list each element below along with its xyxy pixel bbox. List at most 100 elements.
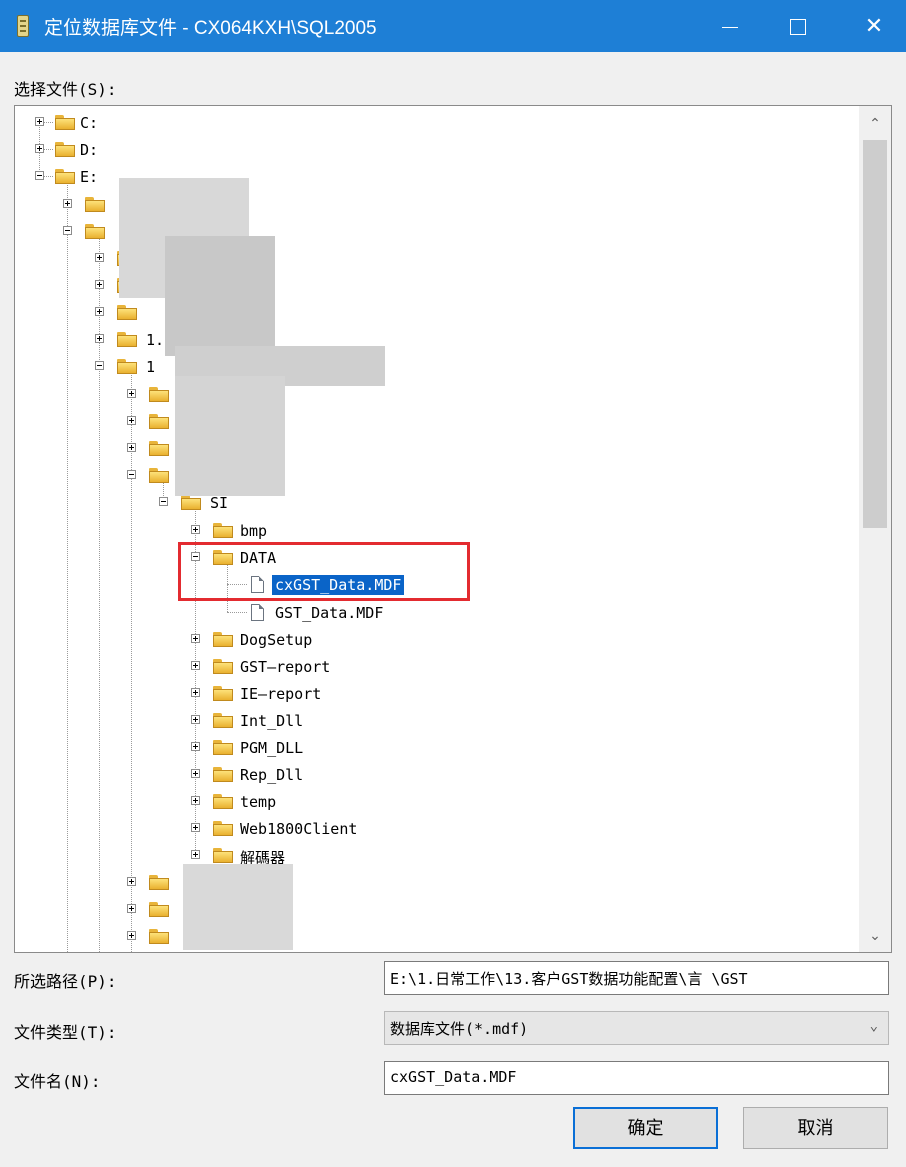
folder-icon bbox=[149, 902, 169, 917]
maximize-icon bbox=[790, 19, 806, 36]
vertical-scrollbar[interactable]: ⌃ ⌄ bbox=[859, 106, 891, 952]
tree-node-dogsetup[interactable]: DogSetup bbox=[15, 629, 315, 651]
tree-node-web1800client[interactable]: Web1800Client bbox=[15, 818, 357, 840]
tree-node-pgm-dll[interactable]: PGM_DLL bbox=[15, 737, 315, 759]
expand-icon[interactable] bbox=[95, 334, 104, 343]
tree-node-rep-dll[interactable]: Rep_Dll bbox=[15, 764, 315, 786]
cancel-button[interactable]: 取消 bbox=[743, 1107, 888, 1149]
tree-node-label: IE—report bbox=[240, 685, 322, 703]
expand-icon[interactable] bbox=[191, 634, 200, 643]
tree-node-label: 1 bbox=[146, 358, 156, 376]
redaction-blur bbox=[183, 864, 293, 950]
scroll-up-icon[interactable]: ⌃ bbox=[859, 108, 891, 138]
redaction-blur bbox=[175, 376, 285, 496]
file-icon bbox=[251, 604, 264, 621]
expand-icon[interactable] bbox=[191, 823, 200, 832]
tree-node-c[interactable]: C: bbox=[15, 112, 215, 134]
minimize-icon bbox=[722, 26, 738, 28]
scroll-thumb[interactable] bbox=[863, 140, 887, 528]
folder-icon bbox=[213, 659, 233, 674]
folder-icon bbox=[213, 821, 233, 836]
tree-node-int-dll[interactable]: Int_Dll bbox=[15, 710, 315, 732]
expand-icon[interactable] bbox=[127, 443, 136, 452]
expand-icon[interactable] bbox=[191, 850, 200, 859]
collapse-icon[interactable] bbox=[63, 226, 72, 235]
folder-icon bbox=[55, 115, 75, 130]
folder-icon bbox=[213, 848, 233, 863]
tree-node-label: bmp bbox=[240, 522, 268, 540]
collapse-icon[interactable] bbox=[127, 470, 136, 479]
ok-button[interactable]: 确定 bbox=[573, 1107, 718, 1149]
file-type-value: 数据库文件(*.mdf) bbox=[390, 1020, 529, 1038]
tree-node-label: 1. bbox=[146, 331, 165, 349]
folder-icon bbox=[213, 767, 233, 782]
expand-icon[interactable] bbox=[191, 525, 200, 534]
folder-icon bbox=[213, 794, 233, 809]
expand-icon[interactable] bbox=[191, 715, 200, 724]
folder-icon bbox=[149, 929, 169, 944]
expand-icon[interactable] bbox=[191, 796, 200, 805]
tree-node-label: GST—report bbox=[240, 658, 331, 676]
tree-node-label: E: bbox=[80, 168, 99, 186]
tree-node-bmp[interactable]: bmp bbox=[15, 520, 315, 542]
file-name-input[interactable]: cxGST_Data.MDF bbox=[384, 1061, 889, 1095]
tree-node-label: Int_Dll bbox=[240, 712, 304, 730]
folder-icon bbox=[149, 875, 169, 890]
folder-icon bbox=[213, 632, 233, 647]
scroll-down-icon[interactable]: ⌄ bbox=[859, 920, 891, 950]
tree-content: C: D: E: 1. 1 SI bmp DATA cxGST_Data.MDF… bbox=[15, 106, 857, 952]
file-type-select[interactable]: 数据库文件(*.mdf) ⌄ bbox=[384, 1011, 889, 1045]
folder-icon bbox=[117, 305, 137, 320]
tree-node-ie-report[interactable]: IE—report bbox=[15, 683, 321, 705]
expand-icon[interactable] bbox=[191, 661, 200, 670]
folder-icon bbox=[213, 740, 233, 755]
folder-icon bbox=[85, 197, 105, 212]
expand-icon[interactable] bbox=[127, 904, 136, 913]
expand-icon[interactable] bbox=[127, 416, 136, 425]
expand-icon[interactable] bbox=[35, 117, 44, 126]
expand-icon[interactable] bbox=[63, 199, 72, 208]
close-button[interactable]: ✕ bbox=[844, 0, 904, 52]
tree-node-gst-report[interactable]: GST—report bbox=[15, 656, 330, 678]
folder-icon bbox=[213, 523, 233, 538]
tree-node-label: Web1800Client bbox=[240, 820, 358, 838]
folder-icon bbox=[117, 332, 137, 347]
folder-icon bbox=[55, 142, 75, 157]
expand-icon[interactable] bbox=[127, 877, 136, 886]
folder-open-icon bbox=[149, 468, 169, 483]
folder-icon bbox=[213, 713, 233, 728]
expand-icon[interactable] bbox=[35, 144, 44, 153]
collapse-icon[interactable] bbox=[95, 361, 104, 370]
expand-icon[interactable] bbox=[191, 688, 200, 697]
window-title: 定位数据库文件 - CX064KXH\SQL2005 bbox=[44, 18, 377, 39]
minimize-button[interactable] bbox=[700, 0, 760, 52]
select-file-label: 选择文件(S): bbox=[14, 80, 117, 99]
maximize-button[interactable] bbox=[768, 0, 828, 52]
expand-icon[interactable] bbox=[127, 931, 136, 940]
title-bar: 定位数据库文件 - CX064KXH\SQL2005 ✕ bbox=[0, 0, 906, 52]
selected-path-label: 所选路径(P): bbox=[14, 972, 117, 991]
database-icon bbox=[17, 15, 29, 37]
tree-node-temp[interactable]: temp bbox=[15, 791, 315, 813]
folder-open-icon bbox=[85, 224, 105, 239]
expand-icon[interactable] bbox=[191, 769, 200, 778]
folder-icon bbox=[213, 686, 233, 701]
expand-icon[interactable] bbox=[95, 280, 104, 289]
tree-node-d[interactable]: D: bbox=[15, 139, 215, 161]
file-tree[interactable]: C: D: E: 1. 1 SI bmp DATA cxGST_Data.MDF… bbox=[14, 105, 892, 953]
tree-node-label: temp bbox=[240, 793, 277, 811]
collapse-icon[interactable] bbox=[159, 497, 168, 506]
expand-icon[interactable] bbox=[95, 253, 104, 262]
expand-icon[interactable] bbox=[127, 389, 136, 398]
tree-node-label: Rep_Dll bbox=[240, 766, 304, 784]
redaction-blur bbox=[165, 236, 275, 356]
file-type-label: 文件类型(T): bbox=[14, 1023, 117, 1042]
expand-icon[interactable] bbox=[191, 742, 200, 751]
tree-node-label: GST_Data.MDF bbox=[275, 604, 384, 622]
tree-node-label: PGM_DLL bbox=[240, 739, 304, 757]
tree-node-file[interactable]: GST_Data.MDF bbox=[15, 602, 455, 624]
tree-node-label: D: bbox=[80, 141, 99, 159]
expand-icon[interactable] bbox=[95, 307, 104, 316]
selected-path-field: E:\1.日常工作\13.客户GST数据功能配置\言 \GST bbox=[384, 961, 889, 995]
collapse-icon[interactable] bbox=[35, 171, 44, 180]
